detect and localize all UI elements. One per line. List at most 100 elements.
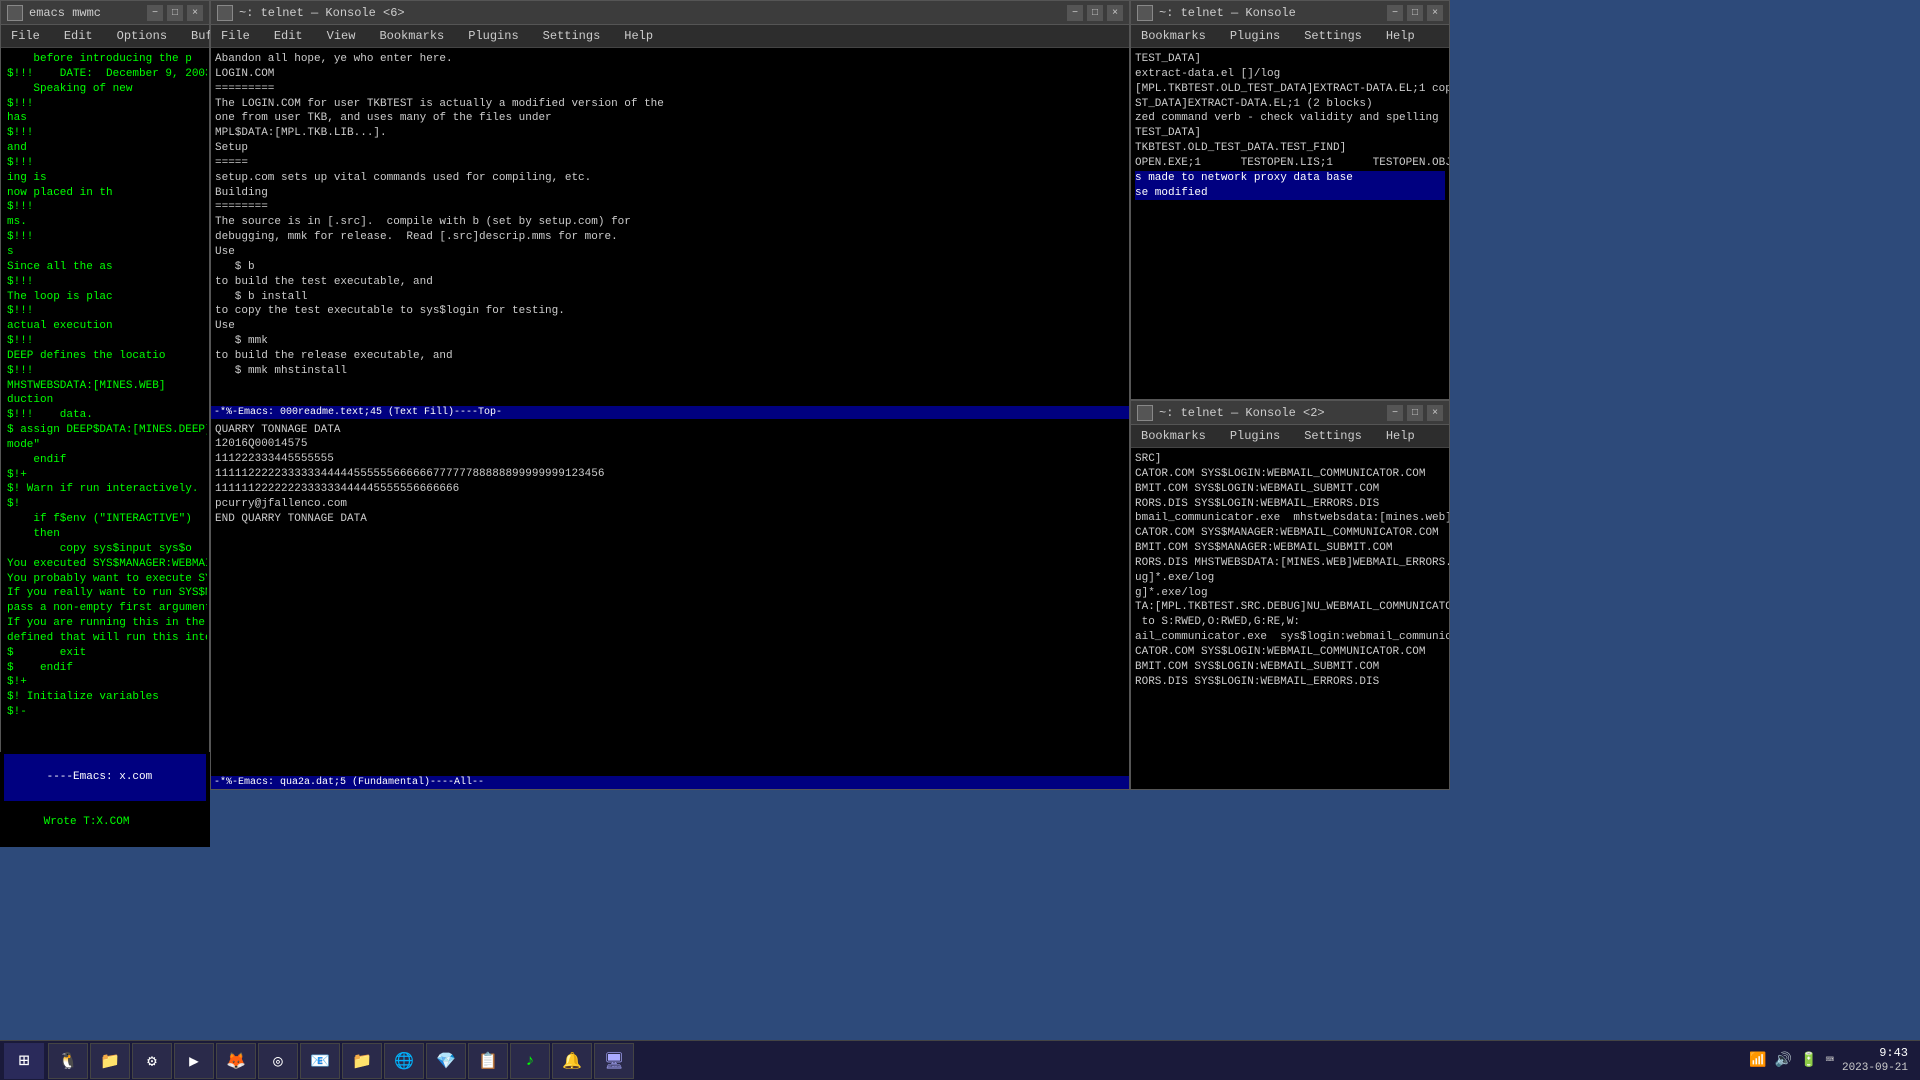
emacs-line: and <box>7 141 203 156</box>
taskbar-app-chromium[interactable]: ◎ <box>258 1043 298 1079</box>
emacs-line: $!!! <box>7 126 203 141</box>
telnet-rb-minimize[interactable]: − <box>1387 405 1403 421</box>
rb-term-line: g]*.exe/log <box>1135 586 1445 601</box>
rb-term-line: CATOR.COM SYS$MANAGER:WEBMAIL_COMMUNICAT… <box>1135 526 1445 541</box>
data-line: pcurry@jfallenco.com <box>215 497 1125 512</box>
taskbar-app-desktop[interactable]: 🖥 <box>594 1043 634 1079</box>
tray-battery-icon: 🔋 <box>1800 1052 1817 1069</box>
taskbar-app-email[interactable]: 📧 <box>300 1043 340 1079</box>
telnet-rb-close[interactable]: × <box>1427 405 1443 421</box>
telnet-line: Use <box>215 245 1125 260</box>
emacs-status-x: ----Emacs: x.com <box>47 771 153 783</box>
telnet-right-icon <box>1137 5 1153 21</box>
emacs-menu-edit[interactable]: Edit <box>58 27 99 45</box>
telnet-rb-icon <box>1137 405 1153 421</box>
telnet-right-menu-settings[interactable]: Settings <box>1298 27 1368 45</box>
telnet-main-titlebar[interactable]: ~: telnet — Konsole <6> − □ × <box>211 1 1129 25</box>
telnet-line: one from user TKB, and uses many of the … <box>215 111 1125 126</box>
telnet-main-title-text: ~: telnet — Konsole <6> <box>239 6 405 20</box>
right-term-line: s made to network proxy data base <box>1135 171 1445 186</box>
emacs-line: $!!! <box>7 275 203 290</box>
emacs-controls: − □ × <box>147 5 203 21</box>
emacs-line: $!- <box>7 705 203 720</box>
emacs-line: copy sys$input sys$o <box>7 542 203 557</box>
emacs-minimize[interactable]: − <box>147 5 163 21</box>
notify-icon: 🔔 <box>562 1051 582 1071</box>
telnet-menu-bookmarks[interactable]: Bookmarks <box>373 27 450 45</box>
emacs-content: before introducing the p $!!! DATE: Dece… <box>1 48 209 776</box>
files-icon: 📁 <box>100 1051 120 1071</box>
telnet-main-content: Abandon all hope, ye who enter here. LOG… <box>211 48 1129 406</box>
emacs-line: $!!! <box>7 304 203 319</box>
telnet-menu-file[interactable]: File <box>215 27 256 45</box>
telnet-right-titlebar[interactable]: ~: telnet — Konsole − □ × <box>1131 1 1449 25</box>
taskbar-app-settings[interactable]: ⚙ <box>132 1043 172 1079</box>
taskbar-app-music[interactable]: ♪ <box>510 1043 550 1079</box>
telnet-menu-plugins[interactable]: Plugins <box>462 27 524 45</box>
telnet-right-title-left: ~: telnet — Konsole <box>1137 5 1296 21</box>
telnet-right-menu-bookmarks[interactable]: Bookmarks <box>1135 27 1212 45</box>
tray-keyboard-icon: ⌨ <box>1826 1052 1834 1069</box>
rb-term-line: SRC] <box>1135 452 1445 467</box>
taskbar-app-web[interactable]: 🌐 <box>384 1043 424 1079</box>
taskbar-app-clipboard[interactable]: 📋 <box>468 1043 508 1079</box>
telnet-rb-restore[interactable]: □ <box>1407 405 1423 421</box>
emacs-line: $! Initialize variables <box>7 690 203 705</box>
telnet-right-minimize[interactable]: − <box>1387 5 1403 21</box>
start-button[interactable]: ⊞ <box>4 1043 44 1079</box>
emacs-maximize[interactable]: □ <box>167 5 183 21</box>
telnet-right-close[interactable]: × <box>1427 5 1443 21</box>
desktop: emacs mwmc − □ × File Edit Options Buffe… <box>0 0 1920 1080</box>
telnet-main-close[interactable]: × <box>1107 5 1123 21</box>
taskbar-app-folder[interactable]: 📁 <box>342 1043 382 1079</box>
taskbar-app-apps[interactable]: ▶ <box>174 1043 214 1079</box>
emacs-line: If you are running this in the T <box>7 616 203 631</box>
telnet-main-minimize[interactable]: − <box>1067 5 1083 21</box>
settings-icon: ⚙ <box>147 1051 157 1071</box>
emacs-menubar: File Edit Options Buffers Tools <box>1 25 209 48</box>
telnet-right-restore[interactable]: □ <box>1407 5 1423 21</box>
right-term-line: [MPL.TKBTEST.OLD_TEST_DATA]EXTRACT-DATA.… <box>1135 82 1445 97</box>
telnet-menu-help[interactable]: Help <box>618 27 659 45</box>
rb-term-line: TA:[MPL.TKBTEST.SRC.DEBUG]NU_WEBMAIL_COM… <box>1135 600 1445 615</box>
telnet-main-data-area: QUARRY TONNAGE DATA 12016Q00014575 11122… <box>211 419 1129 777</box>
emacs-line: $!+ <box>7 675 203 690</box>
taskbar-app-linux[interactable]: 🐧 <box>48 1043 88 1079</box>
telnet-rb-menu-settings[interactable]: Settings <box>1298 427 1368 445</box>
taskbar-app-notify[interactable]: 🔔 <box>552 1043 592 1079</box>
emacs-line: $!!! <box>7 364 203 379</box>
emacs-close[interactable]: × <box>187 5 203 21</box>
emacs-line: ing is <box>7 171 203 186</box>
emacs-menu-file[interactable]: File <box>5 27 46 45</box>
emacs-line: endif <box>7 453 203 468</box>
telnet-rb-menu-plugins[interactable]: Plugins <box>1224 427 1286 445</box>
taskbar-app-browser1[interactable]: 🦊 <box>216 1043 256 1079</box>
telnet-menu-view[interactable]: View <box>321 27 362 45</box>
rb-term-line: BMIT.COM SYS$LOGIN:WEBMAIL_SUBMIT.COM <box>1135 482 1445 497</box>
telnet-rb-menu-help[interactable]: Help <box>1380 427 1421 445</box>
telnet-right-menu-help[interactable]: Help <box>1380 27 1421 45</box>
telnet-main-restore[interactable]: □ <box>1087 5 1103 21</box>
taskbar: ⊞ 🐧 📁 ⚙ ▶ 🦊 ◎ 📧 � <box>0 1040 1920 1080</box>
emacs-line: $!+ <box>7 468 203 483</box>
emacs-line: $!!! <box>7 334 203 349</box>
taskbar-app-files[interactable]: 📁 <box>90 1043 130 1079</box>
emacs-line: MHSTWEBSDATA:[MINES.WEB] <box>7 379 203 394</box>
emacs-line: Since all the as <box>7 260 203 275</box>
emacs-text-area: before introducing the p $!!! DATE: Dece… <box>3 50 207 774</box>
firefox-icon: 🦊 <box>226 1051 246 1071</box>
right-term-line: se modified <box>1135 186 1445 201</box>
rb-term-line: CATOR.COM SYS$LOGIN:WEBMAIL_COMMUNICATOR… <box>1135 467 1445 482</box>
telnet-rb-titlebar[interactable]: ~: telnet — Konsole <2> − □ × <box>1131 401 1449 425</box>
telnet-right-menu-plugins[interactable]: Plugins <box>1224 27 1286 45</box>
emacs-line: If you really want to run SYS$MA <box>7 586 203 601</box>
rb-term-line: bmail_communicator.exe mhstwebsdata:[min… <box>1135 511 1445 526</box>
emacs-line: has <box>7 111 203 126</box>
taskbar-app-ruby[interactable]: 💎 <box>426 1043 466 1079</box>
telnet-menu-edit[interactable]: Edit <box>268 27 309 45</box>
telnet-rb-menu-bookmarks[interactable]: Bookmarks <box>1135 427 1212 445</box>
telnet-menu-settings[interactable]: Settings <box>537 27 607 45</box>
emacs-titlebar[interactable]: emacs mwmc − □ × <box>1 1 209 25</box>
emacs-icon <box>7 5 23 21</box>
emacs-menu-options[interactable]: Options <box>111 27 173 45</box>
